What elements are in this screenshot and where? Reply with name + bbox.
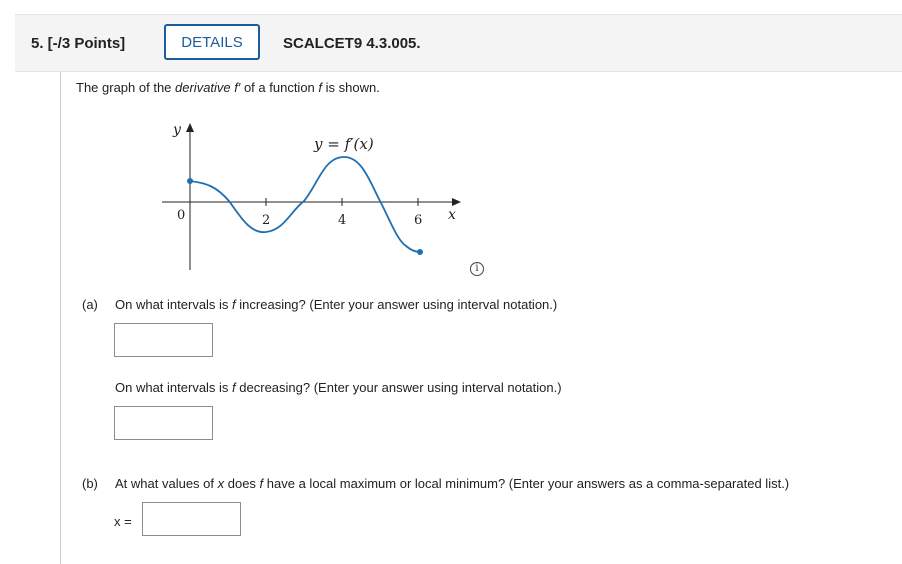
tick-label-6: 6 <box>414 213 422 228</box>
question-header: 5. [-/3 Points] DETAILS SCALCET9 4.3.005… <box>15 14 902 72</box>
part-a-q2-suffix: decreasing? (Enter your answer using int… <box>235 380 562 395</box>
part-b-suffix: have a local maximum or local minimum? (… <box>263 476 790 491</box>
part-a-tag: (a) <box>82 297 98 312</box>
part-a-question-decreasing: On what intervals is f decreasing? (Ente… <box>115 380 562 395</box>
intro-middle: of a function <box>240 80 319 95</box>
curve-start-point <box>187 178 193 184</box>
content-divider <box>60 72 61 564</box>
x-axis-arrow <box>452 198 461 206</box>
y-axis-arrow <box>186 123 194 132</box>
question-intro: The graph of the derivative f′ of a func… <box>76 80 380 95</box>
question-number: 5. [-/3 Points] <box>31 35 126 52</box>
curve-label: y = f′(x) <box>313 135 374 153</box>
intro-derivative: derivative <box>175 80 231 95</box>
x-axis-label: x <box>448 207 456 223</box>
intro-prefix: The graph of the <box>76 80 176 95</box>
info-icon[interactable]: i <box>470 262 484 276</box>
increasing-answer-input[interactable] <box>114 323 213 357</box>
intro-suffix: is shown. <box>322 80 380 95</box>
part-b-prefix: At what values of <box>115 476 218 491</box>
part-b-tag: (b) <box>82 476 98 491</box>
origin-label: 0 <box>177 208 185 223</box>
x-answer-label: x = <box>114 514 132 529</box>
decreasing-answer-input[interactable] <box>114 406 213 440</box>
part-a-question-increasing: (a) On what intervals is f increasing? (E… <box>82 297 557 312</box>
curve-end-point <box>417 249 423 255</box>
part-b-question: (b) At what values of x does f have a loc… <box>82 476 789 491</box>
tick-label-2: 2 <box>262 213 270 228</box>
part-a-q2-prefix: On what intervals is <box>115 380 233 395</box>
part-b-middle: does <box>224 476 260 491</box>
derivative-graph: y x y = f′(x) 0 2 4 6 <box>162 122 461 270</box>
part-a-q1-suffix: increasing? (Enter your answer using int… <box>235 297 558 312</box>
extrema-answer-input[interactable] <box>142 502 241 536</box>
derivative-curve <box>189 156 421 253</box>
part-a-q1-prefix: On what intervals is <box>115 297 233 312</box>
question-id: SCALCET9 4.3.005. <box>283 35 421 52</box>
details-button[interactable]: DETAILS <box>164 24 260 60</box>
y-axis-label: y <box>172 122 182 138</box>
tick-label-4: 4 <box>338 213 346 228</box>
